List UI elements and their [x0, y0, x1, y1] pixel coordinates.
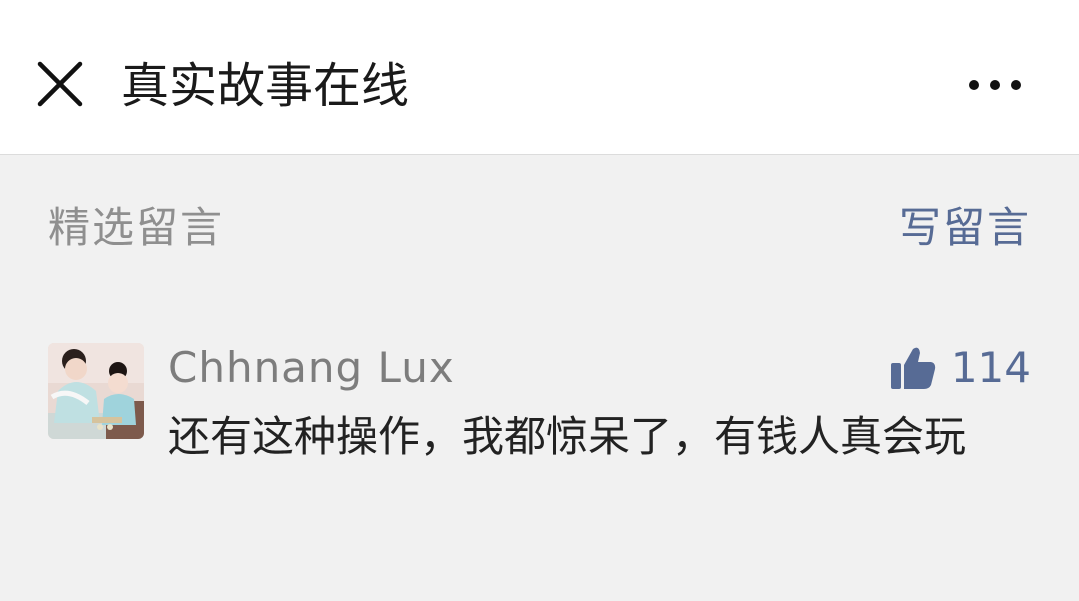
comment-nickname: Chhnang Lux [168, 343, 455, 392]
more-dots-icon[interactable] [960, 68, 1030, 102]
close-icon[interactable] [34, 58, 86, 110]
featured-comments-title: 精选留言 [48, 203, 225, 252]
top-nav-bar: 真实故事在线 [0, 0, 1079, 155]
avatar[interactable] [48, 343, 144, 439]
page-title: 真实故事在线 [121, 58, 410, 114]
thumbs-up-icon [890, 347, 935, 389]
like-count: 114 [950, 343, 1031, 392]
comment-text: 还有这种操作，我都惊呆了，有钱人真会玩 [168, 412, 967, 461]
write-comment-button[interactable]: 写留言 [899, 203, 1031, 253]
like-button[interactable]: 114 [889, 340, 1031, 396]
